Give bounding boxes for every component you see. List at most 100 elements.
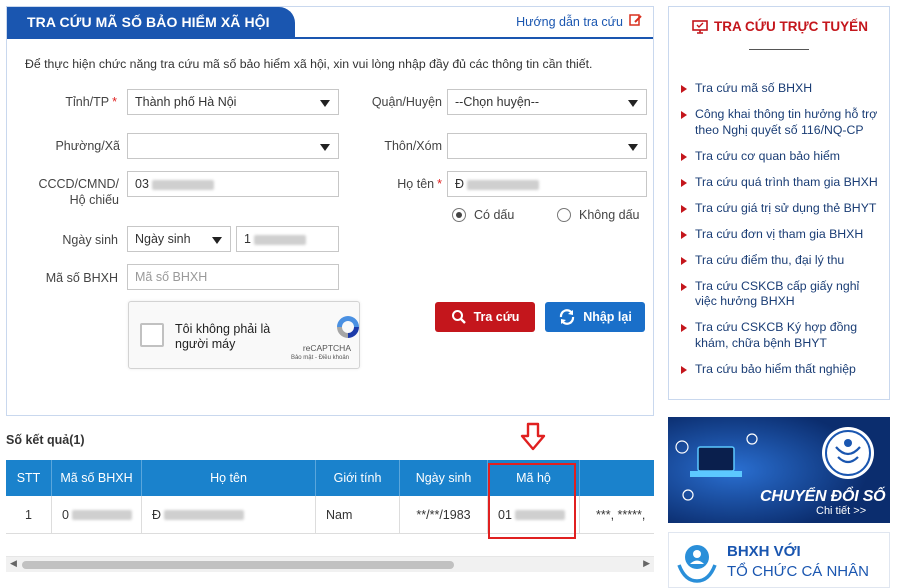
col-header-stt: STT: [6, 460, 52, 496]
cell-extra: ***, *****,: [580, 496, 654, 534]
recaptcha-links[interactable]: Bảo mật - Điều khoản: [291, 355, 349, 361]
id-number-input[interactable]: 03: [127, 171, 339, 197]
id-label: CCCD/CMND/ Hộ chiếu: [27, 176, 119, 208]
ward-label: Phường/Xã: [55, 139, 120, 153]
radio-unchecked-icon: [557, 208, 571, 222]
sidebar-item[interactable]: Tra cứu CSKCB cấp giấy nghỉ việc hưởng B…: [679, 279, 884, 310]
cell-bhxh: 0: [52, 496, 142, 534]
chevron-down-icon: [212, 237, 222, 244]
arrow-down-icon: [520, 422, 546, 452]
results-count: Số kết quả(1): [6, 433, 85, 447]
id-label-line2: Hộ chiếu: [69, 193, 119, 207]
sidebar-item[interactable]: Tra cứu giá trị sử dụng thẻ BHYT: [679, 201, 884, 217]
cell-dob: **/**/1983: [400, 496, 488, 534]
recaptcha-brand: reCAPTCHA: [302, 343, 351, 353]
dob-value: 1: [244, 232, 251, 246]
org-banner-line1: BHXH VỚI: [727, 543, 801, 560]
org-banner-line2: TỔ CHỨC CÁ NHÂN: [727, 563, 869, 580]
district-label: Quận/Huyện: [371, 95, 442, 109]
dob-type-select[interactable]: Ngày sinh: [127, 226, 231, 252]
org-individual-banner[interactable]: BHXH VỚI TỔ CHỨC CÁ NHÂN: [668, 532, 890, 588]
radio-accent[interactable]: Có dấu: [452, 208, 514, 222]
province-value: Thành phố Hà Nội: [135, 95, 237, 109]
digital-banner-title: CHUYỂN ĐỔI SỐ: [760, 488, 886, 505]
district-value: --Chọn huyện--: [455, 95, 540, 109]
refresh-icon: [560, 309, 575, 325]
help-link-label: Hướng dẫn tra cứu: [516, 14, 623, 29]
intro-text: Để thực hiện chức năng tra cứu mã số bảo…: [25, 57, 593, 71]
scroll-left-icon: ◀: [10, 558, 17, 568]
search-button[interactable]: Tra cứu: [435, 302, 535, 332]
radio-no-accent-label: Không dấu: [579, 208, 640, 222]
name-value: Đ: [455, 177, 465, 191]
village-label: Thôn/Xóm: [384, 139, 442, 153]
sidebar-menu: Tra cứu mã số BHXH Công khai thông tin h…: [679, 81, 884, 388]
search-button-label: Tra cứu: [473, 310, 520, 324]
scrollbar-thumb[interactable]: [22, 561, 454, 569]
radio-no-accent[interactable]: Không dấu: [557, 208, 639, 222]
col-header-household: Mã hộ: [488, 460, 580, 496]
radio-accent-label: Có dấu: [474, 208, 515, 222]
cell-stt: 1: [6, 496, 52, 534]
col-header-bhxh: Mã số BHXH: [52, 460, 142, 496]
cell-name: Đ: [142, 496, 316, 534]
scroll-right-icon: ▶: [643, 558, 650, 568]
sidebar-title: TRA CỨU TRỰC TUYẾN: [669, 19, 891, 34]
sidebar-item[interactable]: Tra cứu đơn vị tham gia BHXH: [679, 227, 884, 243]
sidebar-item[interactable]: Tra cứu CSKCB Ký hợp đồng khám, chữa bện…: [679, 320, 884, 351]
ward-select[interactable]: [127, 133, 339, 159]
help-link[interactable]: Hướng dẫn tra cứu: [516, 13, 643, 30]
radio-checked-icon: [452, 208, 466, 222]
chevron-down-icon: [320, 144, 330, 151]
province-label: Tỉnh/TP *: [65, 95, 117, 109]
panel-header: TRA CỨU MÃ SỐ BẢO HIỂM XÃ HỘI Hướng dẫn …: [7, 7, 653, 39]
bhxh-input[interactable]: Mã số BHXH: [127, 264, 339, 290]
id-label-line1: CCCD/CMND/: [38, 177, 119, 191]
sidebar-item[interactable]: Tra cứu điểm thu, đại lý thu: [679, 253, 884, 269]
reset-button-label: Nhập lại: [583, 310, 632, 324]
search-icon: [451, 310, 466, 324]
person-hands-icon: [677, 545, 717, 583]
sidebar-item[interactable]: Tra cứu bảo hiểm thất nghiệp: [679, 362, 884, 378]
redacted-text: [151, 179, 214, 190]
recaptcha-checkbox[interactable]: [140, 323, 164, 347]
sidebar-item[interactable]: Công khai thông tin hưởng hỗ trợ theo Ng…: [679, 107, 884, 138]
sidebar-item[interactable]: Tra cứu mã số BHXH: [679, 81, 884, 97]
name-label: Họ tên *: [397, 177, 442, 191]
col-header-extra: [580, 460, 654, 496]
chevron-down-icon: [628, 144, 638, 151]
id-number-value: 03: [135, 177, 149, 191]
search-panel: TRA CỨU MÃ SỐ BẢO HIỂM XÃ HỘI Hướng dẫn …: [6, 6, 654, 416]
monitor-icon: [692, 19, 708, 34]
sidebar-title-text: TRA CỨU TRỰC TUYẾN: [714, 19, 868, 34]
redacted-text: [467, 179, 540, 190]
sidebar-item[interactable]: Tra cứu quá trình tham gia BHXH: [679, 175, 884, 191]
recaptcha-text: Tôi không phải là người máy: [175, 322, 271, 351]
sidebar-divider: [749, 49, 809, 50]
chevron-down-icon: [320, 100, 330, 107]
dob-label: Ngày sinh: [62, 233, 118, 247]
digital-transformation-banner[interactable]: CHUYỂN ĐỔI SỐ Chi tiết >>: [668, 417, 890, 523]
district-select[interactable]: --Chọn huyện--: [447, 89, 647, 115]
sidebar-item[interactable]: Tra cứu cơ quan bảo hiểm: [679, 149, 884, 165]
bhxh-label: Mã số BHXH: [45, 271, 118, 285]
digital-banner-more[interactable]: Chi tiết >>: [816, 505, 866, 517]
col-header-name: Họ tên: [142, 460, 316, 496]
chevron-down-icon: [628, 100, 638, 107]
dob-input[interactable]: 1: [236, 226, 339, 252]
redacted-text: [253, 234, 306, 245]
village-select[interactable]: [447, 133, 647, 159]
name-input[interactable]: Đ: [447, 171, 647, 197]
cell-household: 01: [488, 496, 580, 534]
page-title: TRA CỨU MÃ SỐ BẢO HIỂM XÃ HỘI: [7, 7, 295, 37]
required-mark: *: [112, 95, 117, 109]
results-table: STT Mã số BHXH Họ tên Giới tính Ngày sin…: [6, 460, 654, 540]
sidebar: TRA CỨU TRỰC TUYẾN Tra cứu mã số BHXH Cô…: [668, 6, 890, 400]
province-select[interactable]: Thành phố Hà Nội: [127, 89, 339, 115]
col-header-dob: Ngày sinh: [400, 460, 488, 496]
col-header-gender: Giới tính: [316, 460, 400, 496]
recaptcha-logo-icon: [335, 314, 361, 340]
reset-button[interactable]: Nhập lại: [545, 302, 645, 332]
table-scrollbar[interactable]: ◀ ▶: [6, 556, 654, 572]
cell-gender: Nam: [316, 496, 400, 534]
